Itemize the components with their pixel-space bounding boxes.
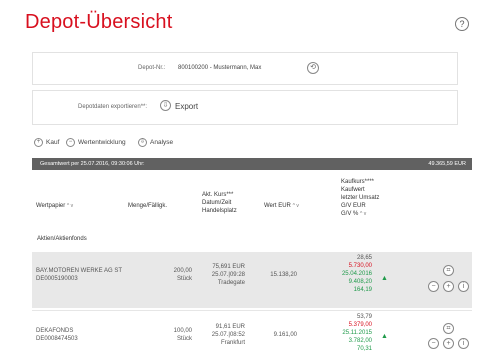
trading-venue: Tradegate xyxy=(217,280,245,286)
wertentwicklung-label: Wertentwicklung xyxy=(78,139,126,146)
info-icon[interactable]: i xyxy=(458,281,469,292)
table-row: BAY.MOTOREN WERKE AG ST DE0005190003 200… xyxy=(32,252,472,308)
depot-selection-box: Depot-Nr.: 800100200 - Mustermann, Max ⟲ xyxy=(32,52,458,85)
column-wertpapier-label: Wertpapier xyxy=(36,203,66,209)
minus-icon: − xyxy=(66,138,75,147)
column-kaufkurs-line1: Kaufkurs**** xyxy=(341,179,375,185)
table-row: DEKAFONDS DE0008474503 100,00 Stück 91,6… xyxy=(32,310,472,362)
kauf-label: Kauf xyxy=(46,139,60,146)
column-kurs-line2: Datum/Zeit xyxy=(202,200,232,206)
plus-icon: + xyxy=(34,138,43,147)
current-price: 91,61 EUR xyxy=(215,324,245,330)
quantity-unit: Stück xyxy=(176,336,192,342)
analyse-label: Analyse xyxy=(150,139,174,146)
depot-number-value[interactable]: 800100200 - Mustermann, Max xyxy=(178,65,261,71)
column-kurs-line3: Handelsplatz xyxy=(202,208,237,214)
table-header: Wertpapier ^ v Menge/Fälligk. Akt. Kurs*… xyxy=(32,175,472,230)
buy-icon[interactable]: + xyxy=(443,338,454,349)
download-icon: ⇩ xyxy=(138,138,147,147)
purchase-cell: 53,79 5.379,00 25.11.2015 3.782,00 70,31 xyxy=(332,313,372,353)
wertentwicklung-action[interactable]: − Wertentwicklung xyxy=(66,138,126,147)
last-transaction: 25.11.2015 xyxy=(342,330,372,336)
gain-eur: 3.782,00 xyxy=(348,338,372,344)
gain-percent: 70,31 xyxy=(356,346,372,352)
purchase-value: 5.379,00 xyxy=(348,322,372,328)
purchase-price: 28,65 xyxy=(356,255,372,261)
buy-icon[interactable]: + xyxy=(443,281,454,292)
export-box: Depotdaten exportieren**: ⇩ Export xyxy=(32,90,458,125)
price-time: 25.07.|08:52 xyxy=(211,332,245,338)
quantity-unit: Stück xyxy=(176,276,192,282)
export-button[interactable]: Export xyxy=(175,102,198,111)
section-title: Aktien/Aktienfonds xyxy=(37,236,87,242)
purchase-cell: 28,65 5.730,00 25.04.2016 9.408,20 164,1… xyxy=(332,254,372,294)
column-kurs: Akt. Kurs*** Datum/Zeit Handelsplatz xyxy=(202,191,237,215)
total-value-bar: Gesamtwert per 25.07.2016, 09:30:06 Uhr:… xyxy=(32,158,472,170)
sell-icon[interactable]: − xyxy=(428,338,439,349)
last-transaction: 25.04.2016 xyxy=(341,271,372,277)
quantity-value: 100,00 xyxy=(173,328,192,334)
column-kurs-line1: Akt. Kurs*** xyxy=(202,192,234,198)
purchase-value: 5.730,00 xyxy=(348,263,372,269)
chart-icon[interactable]: ⌗ xyxy=(443,265,454,276)
price-cell: 75,691 EUR 25.07.|09:28 Tradegate xyxy=(200,263,245,287)
security-isin: DE0005190003 xyxy=(36,276,78,282)
market-value: 15.138,20 xyxy=(270,272,297,278)
security-cell[interactable]: DEKAFONDS DE0008474503 xyxy=(36,327,78,343)
security-cell[interactable]: BAY.MOTOREN WERKE AG ST DE0005190003 xyxy=(36,267,122,283)
column-kaufkurs-line5: G/V % xyxy=(341,211,359,217)
column-kaufkurs-line4: G/V EUR xyxy=(341,203,366,209)
switch-depot-icon[interactable]: ⟲ xyxy=(307,62,319,74)
export-label: Depotdaten exportieren**: xyxy=(78,104,148,110)
gain-eur: 9.408,20 xyxy=(348,279,372,285)
quantity-cell: 200,00 Stück xyxy=(162,267,192,283)
total-value: 49.365,59 EUR xyxy=(428,161,466,167)
trend-up-icon: ▲ xyxy=(381,275,388,282)
column-wert-label: Wert EUR xyxy=(264,203,291,209)
help-icon[interactable]: ? xyxy=(455,17,469,31)
price-time: 25.07.|09:28 xyxy=(211,272,245,278)
sort-icon[interactable]: ^ v xyxy=(360,211,366,217)
quantity-value: 200,00 xyxy=(173,268,192,274)
export-icon[interactable]: ⇩ xyxy=(160,100,171,111)
sort-icon[interactable]: ^ v xyxy=(67,203,73,209)
column-kaufkurs-line3: letzter Umsatz xyxy=(341,195,380,201)
gain-percent: 164,19 xyxy=(353,287,372,293)
price-cell: 91,61 EUR 25.07.|08:52 Frankfurt xyxy=(200,323,245,347)
page-title: Depot-Übersicht xyxy=(25,11,173,33)
sell-icon[interactable]: − xyxy=(428,281,439,292)
column-wert[interactable]: Wert EUR ^ v xyxy=(264,202,299,210)
column-menge: Menge/Fälligk. xyxy=(128,203,168,209)
trading-venue: Frankfurt xyxy=(220,340,245,346)
security-name[interactable]: DEKAFONDS xyxy=(36,327,78,335)
kauf-action[interactable]: + Kauf xyxy=(34,138,59,147)
column-kaufkurs-line2: Kaufwert xyxy=(341,187,365,193)
sort-icon[interactable]: ^ v xyxy=(293,203,299,209)
depot-number-label: Depot-Nr.: xyxy=(138,65,166,71)
security-name[interactable]: BAY.MOTOREN WERKE AG ST xyxy=(36,267,122,275)
market-value: 9.161,00 xyxy=(273,332,297,338)
current-price: 75,691 EUR xyxy=(212,264,245,270)
security-isin: DE0008474503 xyxy=(36,336,78,342)
column-kaufkurs: Kaufkurs**** Kaufwert letzter Umsatz G/V… xyxy=(341,178,379,218)
info-icon[interactable]: i xyxy=(458,338,469,349)
total-label: Gesamtwert per 25.07.2016, 09:30:06 Uhr: xyxy=(40,161,145,167)
analyse-action[interactable]: ⇩ Analyse xyxy=(138,138,173,147)
chart-icon[interactable]: ⌗ xyxy=(443,323,454,334)
depot-overview-page: Depot-Übersicht ? Depot-Nr.: 800100200 -… xyxy=(10,0,473,362)
purchase-price: 53,79 xyxy=(356,314,372,320)
trend-up-icon: ▲ xyxy=(381,333,388,340)
quantity-cell: 100,00 Stück xyxy=(162,327,192,343)
column-wertpapier[interactable]: Wertpapier ^ v xyxy=(36,202,73,210)
